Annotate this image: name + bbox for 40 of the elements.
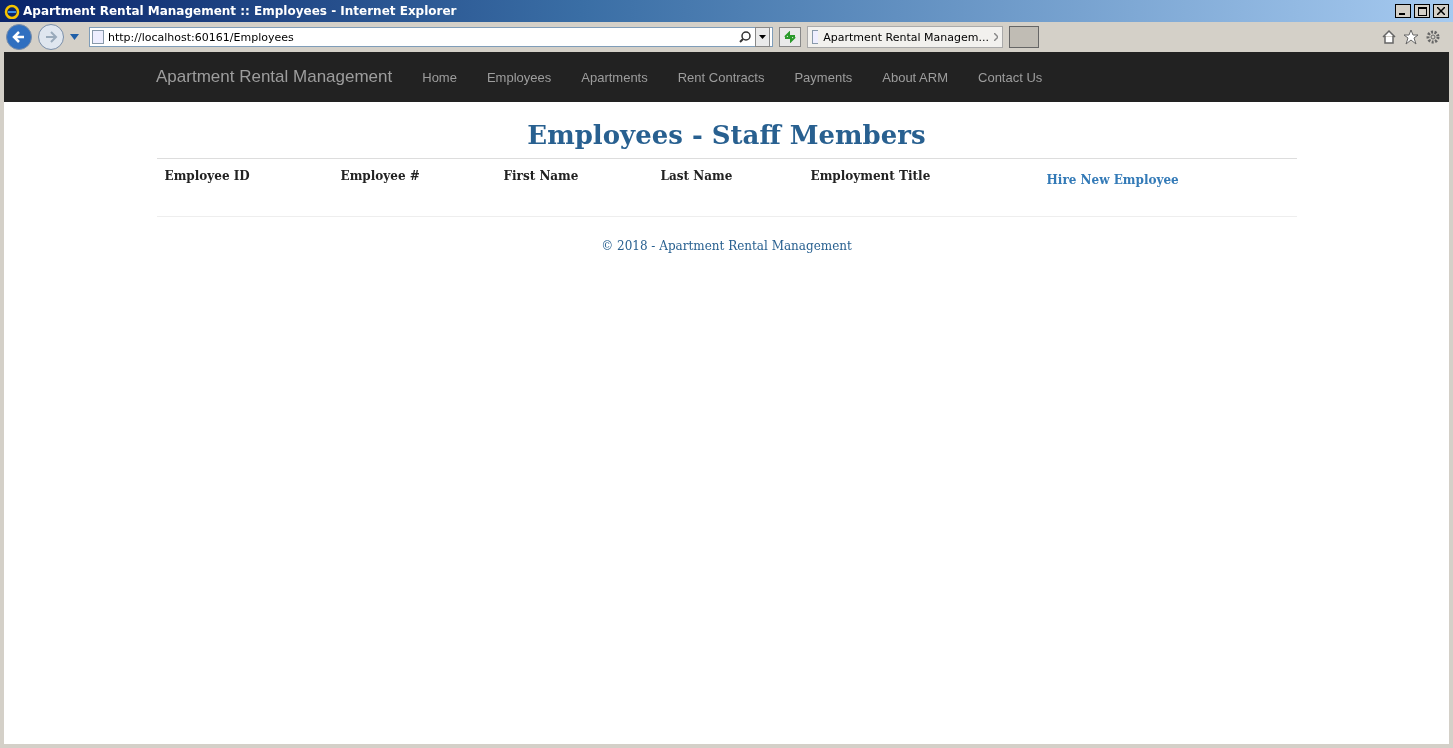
address-field[interactable]: http://localhost:60161/Employees <box>89 27 773 47</box>
forward-arrow-icon <box>44 30 58 44</box>
refresh-arrows-icon <box>783 31 797 43</box>
nav-link[interactable]: Apartments <box>566 69 663 85</box>
browser-logo-icon <box>4 3 20 19</box>
column-header: Employee # <box>340 169 421 185</box>
minimize-button[interactable] <box>1395 4 1411 18</box>
nav-link[interactable]: Payments <box>779 69 868 85</box>
home-icon[interactable] <box>1381 29 1397 45</box>
nav-link[interactable]: Contact Us <box>963 69 1058 85</box>
page-icon <box>812 30 819 44</box>
maximize-button[interactable] <box>1414 4 1430 18</box>
close-button[interactable] <box>1433 4 1449 18</box>
column-header: Last Name <box>660 169 734 185</box>
dropdown-caret-icon[interactable] <box>70 34 79 40</box>
url-input[interactable]: http://localhost:60161/Employees <box>108 30 735 44</box>
refresh-button[interactable] <box>779 27 801 47</box>
column-header: First Name <box>503 169 580 185</box>
column-header: Employment Title <box>810 169 932 185</box>
maximize-icon <box>1417 6 1427 16</box>
settings-icon[interactable] <box>1425 29 1441 45</box>
footer-text: © 2018 - Apartment Rental Management <box>600 239 853 253</box>
brand-link[interactable]: Apartment Rental Management <box>156 67 393 87</box>
caret-icon <box>759 35 766 39</box>
hire-new-employee-link[interactable]: Hire New Employee <box>1046 173 1179 187</box>
nav-link[interactable]: About ARM <box>867 69 963 85</box>
search-icon[interactable] <box>739 31 751 43</box>
window-title: Apartment Rental Management :: Employees - Internet Explorer <box>23 4 458 18</box>
page-heading: Employees - Staff Members <box>526 120 927 150</box>
nav-link[interactable]: Employees <box>471 69 567 85</box>
star-icon[interactable] <box>1403 29 1419 45</box>
browser-tab[interactable]: Apartment Rental Managem... <box>807 26 1003 48</box>
new-tab-button[interactable] <box>1009 26 1039 48</box>
dropdown-button[interactable] <box>755 27 770 47</box>
nav-link[interactable]: Rent Contracts <box>662 69 780 85</box>
nav-link[interactable]: Home <box>407 69 472 85</box>
column-header: Employee ID <box>164 169 251 185</box>
back-button[interactable] <box>6 24 32 50</box>
page-icon <box>92 30 104 44</box>
back-arrow-icon <box>12 30 26 44</box>
